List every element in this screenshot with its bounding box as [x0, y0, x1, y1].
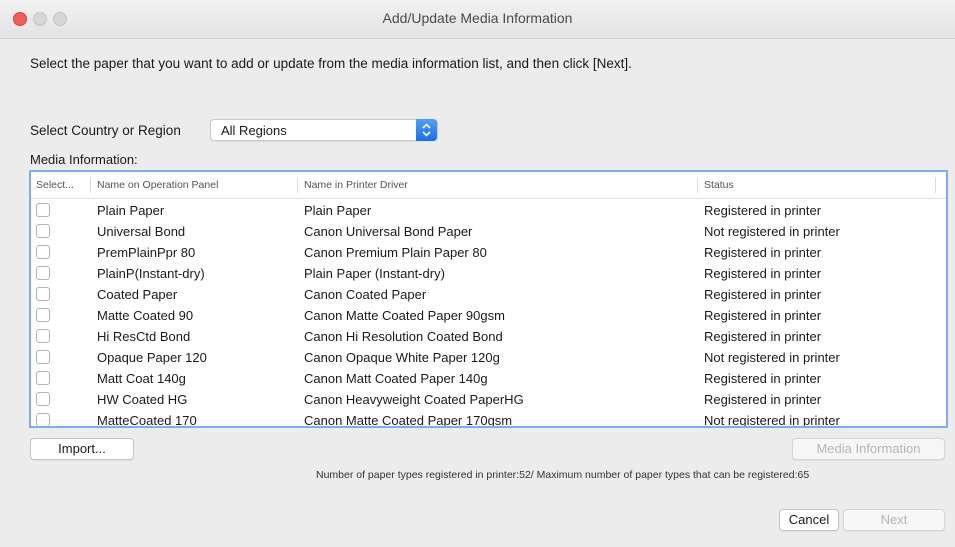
driver-name-cell: Canon Hi Resolution Coated Bond	[304, 329, 503, 344]
row-checkbox[interactable]	[36, 203, 50, 217]
table-row[interactable]: Hi ResCtd Bond Canon Hi Resolution Coate…	[31, 326, 946, 347]
row-checkbox[interactable]	[36, 350, 50, 364]
dialog-window: Add/Update Media Information Select the …	[0, 0, 955, 547]
row-checkbox[interactable]	[36, 287, 50, 301]
table-row[interactable]: Matte Coated 90 Canon Matte Coated Paper…	[31, 305, 946, 326]
driver-name-cell: Canon Matt Coated Paper 140g	[304, 371, 488, 386]
select-arrows-icon	[416, 119, 437, 141]
table-row[interactable]: Plain Paper Plain Paper Registered in pr…	[31, 200, 946, 221]
column-divider	[90, 177, 91, 193]
panel-name-cell: Hi ResCtd Bond	[97, 329, 191, 344]
driver-name-cell: Canon Heavyweight Coated PaperHG	[304, 392, 524, 407]
status-cell: Not registered in printer	[704, 350, 840, 365]
column-header-status[interactable]: Status	[704, 179, 734, 191]
driver-name-cell: Plain Paper	[304, 203, 372, 218]
panel-name-cell: Coated Paper	[97, 287, 178, 302]
driver-name-cell: Canon Premium Plain Paper 80	[304, 245, 487, 260]
panel-name-cell: PremPlainPpr 80	[97, 245, 196, 260]
table-header: Select... Name on Operation Panel Name i…	[31, 172, 946, 199]
registration-count-text: Number of paper types registered in prin…	[316, 469, 810, 481]
table-row[interactable]: PlainP(Instant-dry) Plain Paper (Instant…	[31, 263, 946, 284]
row-checkbox[interactable]	[36, 224, 50, 238]
table-row[interactable]: Opaque Paper 120 Canon Opaque White Pape…	[31, 347, 946, 368]
column-divider	[935, 177, 936, 193]
driver-name-cell: Canon Matte Coated Paper 90gsm	[304, 308, 505, 323]
table-row[interactable]: Matt Coat 140g Canon Matt Coated Paper 1…	[31, 368, 946, 389]
driver-name-cell: Canon Opaque White Paper 120g	[304, 350, 500, 365]
column-divider	[297, 177, 298, 193]
driver-name-cell: Plain Paper (Instant-dry)	[304, 266, 445, 281]
region-select-value: All Regions	[221, 123, 287, 138]
status-cell: Registered in printer	[704, 371, 822, 386]
next-button[interactable]: Next	[843, 509, 945, 531]
media-table: Select... Name on Operation Panel Name i…	[29, 170, 948, 428]
column-divider	[697, 177, 698, 193]
panel-name-cell: Matt Coat 140g	[97, 371, 186, 386]
panel-name-cell: Opaque Paper 120	[97, 350, 207, 365]
status-cell: Registered in printer	[704, 308, 822, 323]
row-checkbox[interactable]	[36, 371, 50, 385]
status-cell: Registered in printer	[704, 203, 822, 218]
column-header-driver-name[interactable]: Name in Printer Driver	[304, 179, 408, 191]
region-select[interactable]: All Regions	[210, 119, 438, 141]
panel-name-cell: Universal Bond	[97, 224, 186, 239]
status-cell: Not registered in printer	[704, 413, 840, 428]
cancel-button[interactable]: Cancel	[779, 509, 839, 531]
panel-name-cell: HW Coated HG	[97, 392, 188, 407]
import-button[interactable]: Import...	[30, 438, 134, 460]
table-row[interactable]: Coated Paper Canon Coated Paper Register…	[31, 284, 946, 305]
row-checkbox[interactable]	[36, 413, 50, 426]
table-row[interactable]: Universal Bond Canon Universal Bond Pape…	[31, 221, 946, 242]
column-header-panel-name[interactable]: Name on Operation Panel	[97, 179, 218, 191]
status-cell: Registered in printer	[704, 287, 822, 302]
panel-name-cell: Matte Coated 90	[97, 308, 194, 323]
driver-name-cell: Canon Coated Paper	[304, 287, 427, 302]
row-checkbox[interactable]	[36, 266, 50, 280]
title-bar: Add/Update Media Information	[0, 0, 955, 39]
media-information-button[interactable]: Media Information	[792, 438, 945, 460]
status-cell: Registered in printer	[704, 266, 822, 281]
row-checkbox[interactable]	[36, 329, 50, 343]
media-information-label: Media Information:	[30, 152, 138, 167]
table-row[interactable]: PremPlainPpr 80 Canon Premium Plain Pape…	[31, 242, 946, 263]
region-label: Select Country or Region	[30, 123, 181, 138]
status-cell: Registered in printer	[704, 329, 822, 344]
status-cell: Registered in printer	[704, 245, 822, 260]
panel-name-cell: PlainP(Instant-dry)	[97, 266, 205, 281]
table-row[interactable]: HW Coated HG Canon Heavyweight Coated Pa…	[31, 389, 946, 410]
table-row[interactable]: MatteCoated 170 Canon Matte Coated Paper…	[31, 410, 946, 428]
status-cell: Not registered in printer	[704, 224, 840, 239]
panel-name-cell: Plain Paper	[97, 203, 165, 218]
column-header-select[interactable]: Select...	[36, 179, 74, 191]
driver-name-cell: Canon Matte Coated Paper 170gsm	[304, 413, 513, 428]
row-checkbox[interactable]	[36, 308, 50, 322]
instruction-text: Select the paper that you want to add or…	[30, 56, 632, 71]
driver-name-cell: Canon Universal Bond Paper	[304, 224, 473, 239]
panel-name-cell: MatteCoated 170	[97, 413, 197, 428]
row-checkbox[interactable]	[36, 245, 50, 259]
status-cell: Registered in printer	[704, 392, 822, 407]
window-title: Add/Update Media Information	[382, 10, 573, 26]
row-checkbox[interactable]	[36, 392, 50, 406]
